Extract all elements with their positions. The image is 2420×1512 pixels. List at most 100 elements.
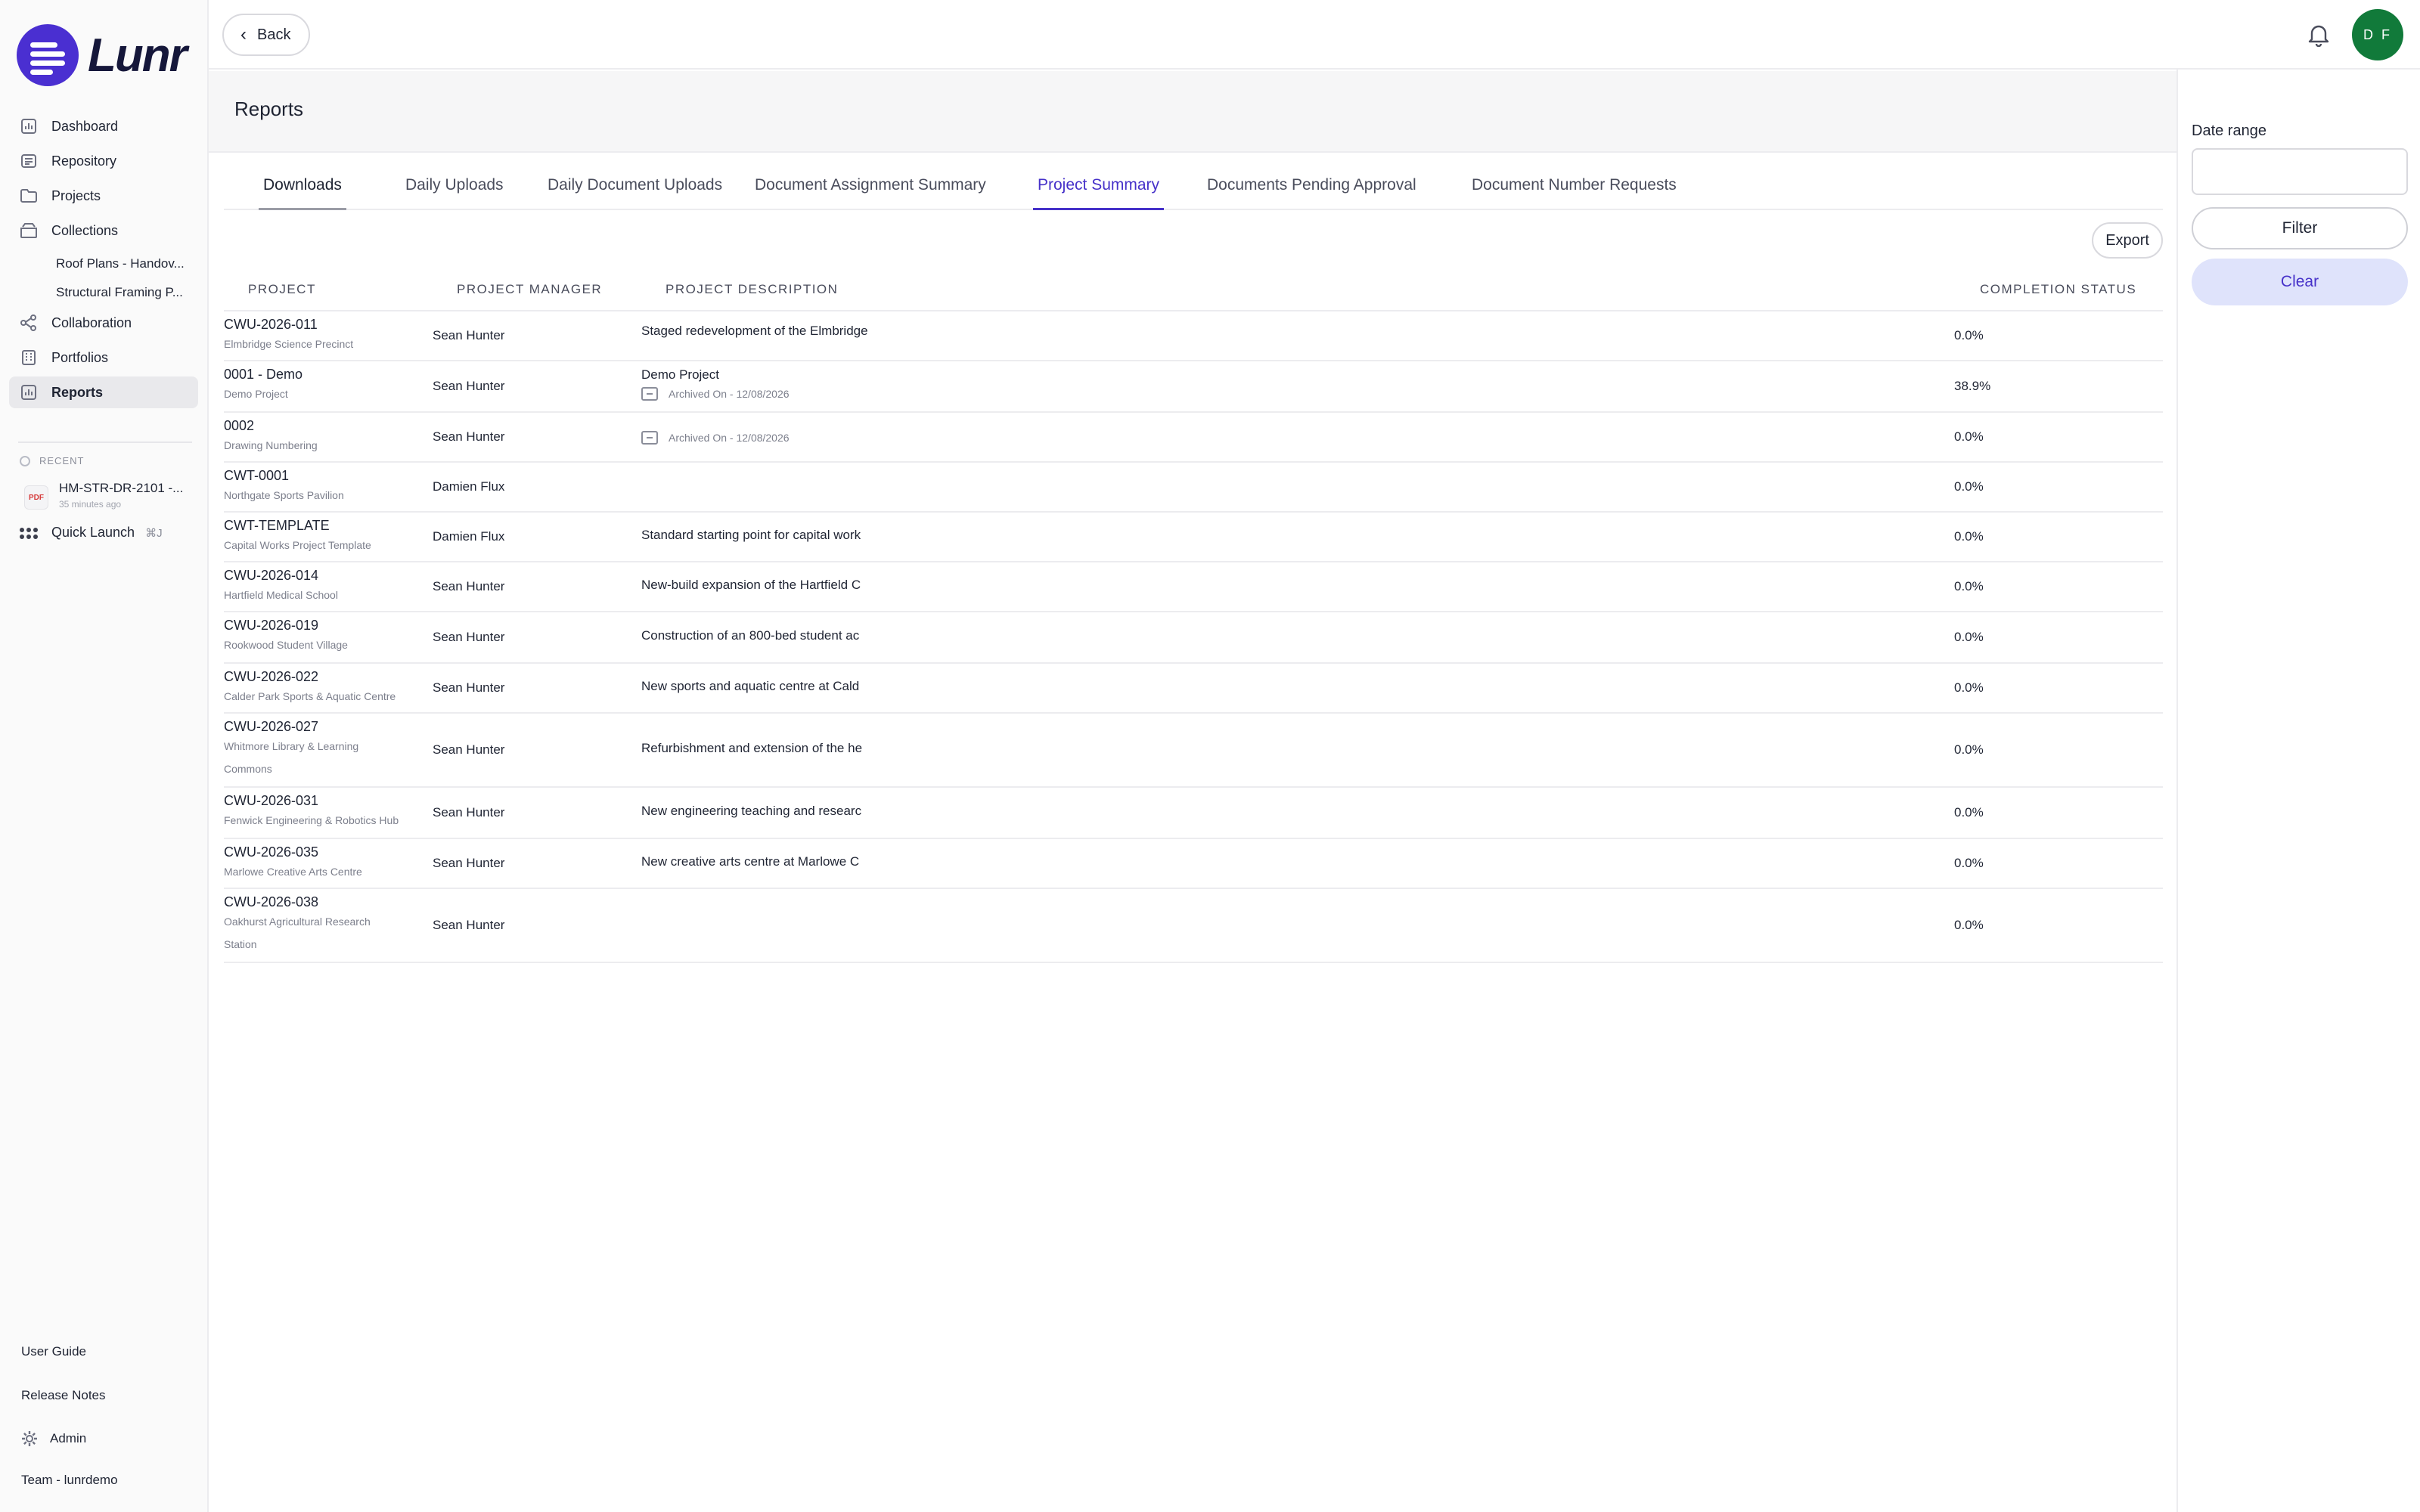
project-manager: Sean Hunter: [433, 379, 505, 393]
tab-document-number-requests[interactable]: Document Number Requests: [1467, 169, 1681, 210]
sidebar-item-dashboard[interactable]: Dashboard: [9, 110, 198, 142]
quick-launch-label: Quick Launch: [51, 525, 135, 540]
release-notes-link[interactable]: Release Notes: [21, 1388, 106, 1403]
collection-item[interactable]: Structural Framing P...: [9, 278, 198, 307]
table-row[interactable]: CWU-2026-022 Calder Park Sports & Aquatic…: [224, 664, 2163, 714]
table-row[interactable]: CWT-0001 Northgate Sports Pavilion Damien …: [224, 463, 2163, 513]
project-code[interactable]: CWU-2026-035: [224, 844, 428, 860]
sidebar-item-reports[interactable]: Reports: [9, 376, 198, 408]
project-code[interactable]: CWT-0001: [224, 467, 428, 484]
repository-icon: [20, 153, 38, 169]
sidebar-item-projects[interactable]: Projects: [9, 180, 198, 212]
filter-button[interactable]: Filter: [2192, 207, 2408, 249]
sidebar-item-collaboration[interactable]: Collaboration: [9, 307, 198, 339]
completion-status: 0.0%: [1954, 918, 1984, 932]
project-description: New engineering teaching and researc: [641, 804, 862, 818]
project-description: Archived On - 12/08/2026: [641, 426, 886, 445]
sidebar-item-portfolios[interactable]: Portfolios: [9, 342, 198, 373]
tab-daily-uploads[interactable]: Daily Uploads: [401, 169, 508, 210]
table-row[interactable]: CWT-TEMPLATE Capital Works Project Templa…: [224, 513, 2163, 562]
project-manager: Damien Flux: [433, 529, 505, 544]
table-row[interactable]: 0001 - Demo Demo Project Sean Hunter Demo P…: [224, 361, 2163, 413]
admin-label: Admin: [50, 1431, 87, 1445]
clear-button[interactable]: Clear: [2192, 259, 2408, 305]
project-name: Oakhurst Agricultural Research Station: [224, 916, 371, 950]
archived-date: Archived On - 12/08/2026: [669, 432, 790, 444]
project-name: Rookwood Student Village: [224, 639, 348, 651]
archived-date: Archived On - 12/08/2026: [669, 388, 790, 400]
project-manager: Sean Hunter: [433, 742, 505, 757]
back-label: Back: [257, 26, 291, 43]
recent-label: RECENT: [39, 455, 85, 466]
tab-documents-pending-approval[interactable]: Documents Pending Approval: [1202, 169, 1421, 210]
project-manager: Sean Hunter: [433, 680, 505, 695]
table-row[interactable]: CWU-2026-027 Whitmore Library & Learning …: [224, 714, 2163, 788]
logo[interactable]: Lunr: [17, 24, 188, 86]
completion-status: 0.0%: [1954, 579, 1984, 593]
sidebar-item-label: Reports: [51, 384, 104, 400]
table-row[interactable]: CWU-2026-035 Marlowe Creative Arts Centre…: [224, 839, 2163, 889]
archived-note: Archived On - 12/08/2026: [641, 387, 886, 401]
tab-document-assignment-summary[interactable]: Document Assignment Summary: [750, 169, 991, 210]
column-header-project[interactable]: PROJECT: [248, 281, 316, 298]
project-cell: CWT-0001 Northgate Sports Pavilion: [224, 467, 428, 507]
avatar[interactable]: D F: [2352, 9, 2403, 60]
project-code[interactable]: 0001 - Demo: [224, 366, 428, 383]
project-name: Drawing Numbering: [224, 439, 318, 451]
report-tabs: Downloads Daily Uploads Daily Document U…: [224, 169, 2163, 210]
archived-note: Archived On - 12/08/2026: [641, 431, 886, 445]
notifications-bell-icon[interactable]: [2304, 20, 2334, 50]
tab-project-summary[interactable]: Project Summary: [1033, 169, 1165, 210]
gear-icon: [21, 1430, 38, 1447]
table-row[interactable]: CWU-2026-014 Hartfield Medical School Sean…: [224, 562, 2163, 612]
project-code[interactable]: CWU-2026-019: [224, 617, 428, 634]
completion-status: 38.9%: [1954, 379, 1991, 393]
sidebar-divider: [18, 442, 192, 443]
collection-item[interactable]: Roof Plans - Handov...: [9, 249, 198, 278]
quick-launch[interactable]: Quick Launch ⌘J: [20, 525, 163, 541]
sidebar-nav: Dashboard Repository Projects Collection…: [9, 110, 198, 411]
project-name: Demo Project: [224, 388, 288, 400]
dashboard-icon: [20, 118, 38, 135]
project-code[interactable]: CWT-TEMPLATE: [224, 517, 428, 534]
admin-link[interactable]: Admin: [21, 1430, 86, 1447]
table-row[interactable]: 0002 Drawing Numbering Sean Hunter Archived…: [224, 413, 2163, 463]
project-name: Whitmore Library & Learning Commons: [224, 740, 359, 775]
recent-item-time: 35 minutes ago: [59, 499, 122, 510]
project-manager: Sean Hunter: [433, 918, 505, 932]
project-code[interactable]: CWU-2026-014: [224, 567, 428, 584]
column-header-manager[interactable]: PROJECT MANAGER: [457, 281, 602, 298]
date-range-input[interactable]: [2192, 148, 2408, 195]
table-row[interactable]: CWU-2026-031 Fenwick Engineering & Roboti…: [224, 788, 2163, 839]
folder-icon: [20, 187, 38, 204]
column-header-completion-status[interactable]: COMPLETION STATUS: [1980, 281, 2136, 298]
table-header: PROJECT PROJECT MANAGER PROJECT DESCRIPT…: [224, 281, 2163, 311]
column-header-description[interactable]: PROJECT DESCRIPTION: [666, 281, 838, 298]
table-row[interactable]: CWU-2026-011 Elmbridge Science Precinct Se…: [224, 311, 2163, 361]
team-switcher[interactable]: Team - lunrdemo: [21, 1473, 118, 1488]
project-name: Fenwick Engineering & Robotics Hub: [224, 814, 399, 826]
export-button[interactable]: Export: [2092, 222, 2163, 259]
building-icon: [20, 349, 38, 366]
user-guide-link[interactable]: User Guide: [21, 1344, 86, 1359]
sidebar-item-label: Repository: [51, 153, 117, 169]
project-code[interactable]: CWU-2026-027: [224, 718, 428, 735]
clock-icon: [20, 455, 30, 466]
project-cell: CWU-2026-022 Calder Park Sports & Aquatic…: [224, 668, 428, 708]
recent-item[interactable]: PDF HM-STR-DR-2101 -... 35 minutes ago: [24, 481, 183, 510]
sidebar-item-repository[interactable]: Repository: [9, 145, 198, 177]
filter-panel: Date range Filter Clear: [2176, 70, 2420, 1512]
sidebar-item-collections[interactable]: Collections: [9, 215, 198, 246]
project-code[interactable]: CWU-2026-022: [224, 668, 428, 685]
project-code[interactable]: CWU-2026-038: [224, 894, 428, 910]
project-description: Standard starting point for capital work: [641, 528, 861, 542]
grid-dots-icon: [20, 527, 38, 539]
project-code[interactable]: CWU-2026-031: [224, 792, 428, 809]
table-row[interactable]: CWU-2026-038 Oakhurst Agricultural Resear…: [224, 889, 2163, 963]
project-code[interactable]: 0002: [224, 417, 428, 434]
tab-daily-document-uploads[interactable]: Daily Document Uploads: [543, 169, 727, 210]
tab-downloads[interactable]: Downloads: [259, 169, 346, 210]
project-code[interactable]: CWU-2026-011: [224, 316, 428, 333]
back-button[interactable]: ‹ Back: [222, 14, 311, 56]
table-row[interactable]: CWU-2026-019 Rookwood Student Village Sean…: [224, 612, 2163, 664]
